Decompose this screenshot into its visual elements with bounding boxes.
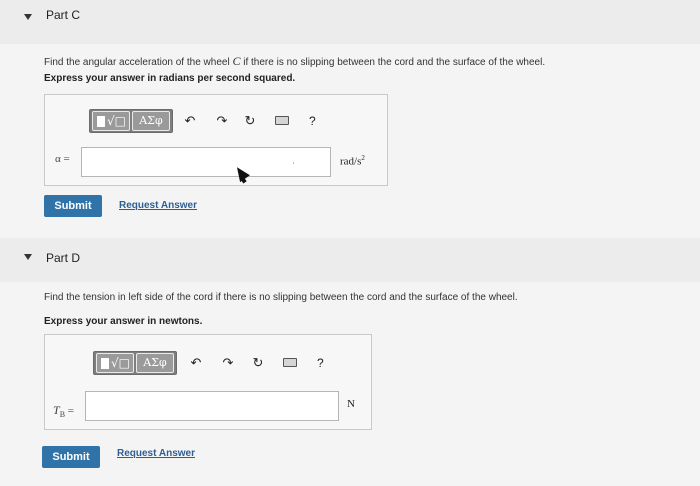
alpha-label: α = [55,153,70,165]
tension-label: TB = [53,403,74,419]
collapse-caret-icon[interactable] [24,14,32,20]
unit-rad-per-s2: rad/s2 [340,154,365,168]
math-toolbar: √□ ΑΣφ ↶ ↷ ↻ ? [93,351,333,375]
unit-exponent: 2 [361,154,365,162]
templates-button[interactable]: √□ [92,111,130,131]
redo-icon[interactable]: ↷ [219,353,237,373]
part-d-instruction: Express your answer in newtons. [44,316,203,327]
templates-label: √□ [107,114,126,128]
templates-label: √□ [111,356,130,370]
part-d-title: Part D [46,251,81,265]
part-d-question: Find the tension in left side of the cor… [44,292,518,303]
input-caret-mark [293,162,294,164]
math-toolbar: √□ ΑΣφ ↶ ↷ ↻ ? [89,109,329,133]
tension-answer-input[interactable] [85,391,339,421]
tension-symbol: T [53,403,60,417]
part-c-answer-box: √□ ΑΣφ ↶ ↷ ↻ ? α = rad/s2 [44,94,388,186]
keyboard-icon[interactable] [283,358,297,367]
toolbar-button-group: √□ ΑΣφ [89,109,173,133]
reset-icon[interactable]: ↻ [249,353,267,373]
help-button[interactable]: ? [317,353,324,373]
part-c-question: Find the angular acceleration of the whe… [44,54,545,69]
keyboard-icon[interactable] [275,116,289,125]
symbols-button[interactable]: ΑΣφ [136,353,174,373]
part-c-submit-button[interactable]: Submit [44,195,102,217]
undo-icon[interactable]: ↶ [181,111,199,131]
part-c-instruction: Express your answer in radians per secon… [44,73,296,84]
template-square-icon [101,358,109,369]
unit-base: rad/s [340,155,362,168]
reset-icon[interactable]: ↻ [241,111,259,131]
part-d-request-answer-link[interactable]: Request Answer [117,448,195,459]
symbols-button[interactable]: ΑΣφ [132,111,170,131]
toolbar-button-group: √□ ΑΣφ [93,351,177,375]
tension-equals: = [65,405,74,417]
part-c-header[interactable]: Part C [0,0,700,44]
part-d-header[interactable]: Part D [0,238,700,282]
part-c-title: Part C [46,8,81,22]
part-d-answer-box: √□ ΑΣφ ↶ ↷ ↻ ? TB = N [44,334,372,430]
templates-button[interactable]: √□ [96,353,134,373]
question-text-post: if there is no slipping between the cord… [240,57,546,68]
part-d-submit-button[interactable]: Submit [42,446,100,468]
question-text-pre: Find the angular acceleration of the whe… [44,57,233,68]
help-button[interactable]: ? [309,111,316,131]
unit-newtons: N [347,398,355,410]
redo-icon[interactable]: ↷ [213,111,231,131]
alpha-answer-input[interactable] [81,147,331,177]
collapse-caret-icon[interactable] [24,254,32,260]
undo-icon[interactable]: ↶ [187,353,205,373]
template-square-icon [97,116,105,127]
part-c-request-answer-link[interactable]: Request Answer [119,200,197,211]
